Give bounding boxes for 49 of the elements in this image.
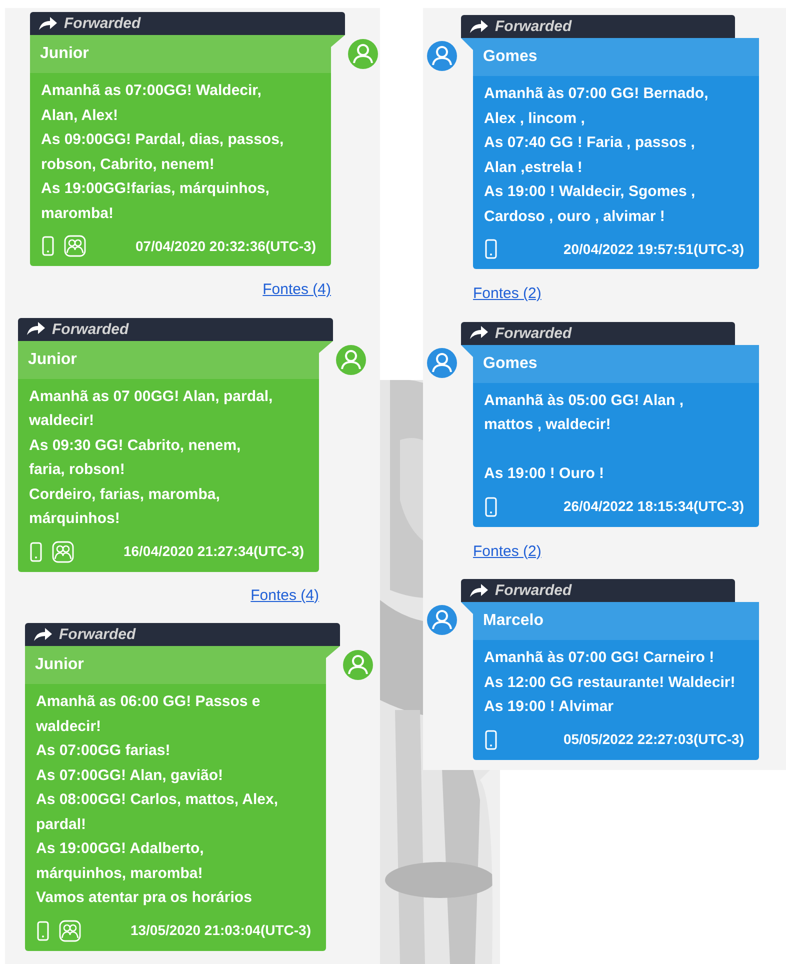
- user-avatar-icon: [427, 41, 457, 71]
- sources-link[interactable]: Fontes (2): [473, 283, 542, 306]
- phone-icon: [485, 496, 497, 516]
- sender-name: Gomes: [473, 344, 759, 382]
- sources-link[interactable]: Fontes (2): [473, 540, 542, 563]
- forwarded-label: Forwarded: [495, 326, 572, 340]
- sender-name: Marcelo: [473, 602, 759, 640]
- timestamp: 26/04/2022 18:15:34(UTC-3): [563, 497, 744, 516]
- phone-icon: [485, 730, 497, 750]
- phone-icon: [485, 239, 497, 259]
- message-text: Amanhã as 07:00GG! Waldecir, Alan, Alex! As 09:00GG! Pardal, dias, passos, robson, Cabrito, nenem! As 19:00GG!farias, márquinhos, maromba!: [41, 81, 285, 224]
- user-avatar-icon: [427, 348, 457, 378]
- forwarded-label: Forwarded: [495, 583, 572, 598]
- sender-name: Gomes: [473, 38, 759, 76]
- user-avatar-icon: [343, 650, 373, 680]
- message-text: As 19:00 ! Ouro !: [484, 464, 606, 484]
- forwarded-label: Forwarded: [64, 16, 141, 31]
- message-text: Amanhã às 05:00 GG! Alan , mattos , waldecir!: [484, 390, 685, 435]
- message-text: Amanhã as 07 00GG! Alan, pardal, waldecir! As 09:30 GG! Cabrito, nenem, faria, robson! Cordeiro, farias, maromba, márquinhos!: [29, 386, 274, 529]
- message-text: Amanhã às 07:00 GG! Carneiro ! As 12:00 GG restaurante! Waldecir! As 19:00 ! Alvimar: [484, 648, 736, 717]
- sender-name: Junior: [25, 646, 326, 684]
- timestamp: 20/04/2022 19:57:51(UTC-3): [563, 240, 744, 259]
- timestamp: 05/05/2022 22:27:03(UTC-3): [563, 730, 744, 749]
- group-icon: [59, 920, 81, 942]
- phone-icon: [30, 542, 42, 562]
- share-arrow-icon: [469, 20, 489, 34]
- timestamp: 13/05/2020 21:03:04(UTC-3): [130, 921, 311, 940]
- forwarded-label: Forwarded: [52, 322, 129, 336]
- share-arrow-icon: [33, 628, 53, 642]
- share-arrow-icon: [469, 584, 489, 598]
- sender-name: Junior: [18, 340, 319, 378]
- share-arrow-icon: [38, 16, 58, 30]
- timestamp: 07/04/2020 20:32:36(UTC-3): [135, 236, 316, 256]
- user-avatar-icon: [336, 344, 366, 374]
- group-icon: [52, 540, 74, 562]
- sources-link[interactable]: Fontes (4): [262, 279, 331, 302]
- forwarded-label: Forwarded: [495, 19, 572, 34]
- message-text: Amanhã às 07:00 GG! Bernado, Alex , lincom , As 07:40 GG ! Faria , passos , Alan ,estrela ! As 19:00 ! Waldecir, Sgomes , Cardoso , ouro , alvimar !: [484, 84, 710, 226]
- message-text: Amanhã as 06:00 GG! Passos e waldecir! As 07:00GG farias! As 07:00GG! Alan, gavião! As 08:00GG! Carlos, mattos, Alex, pardal! As 19:00GG! Adalberto, márquinhos, maromba! Vamos atentar pra os horários: [36, 692, 280, 908]
- phone-icon: [42, 236, 54, 256]
- timestamp: 16/04/2020 21:27:34(UTC-3): [123, 542, 304, 561]
- sources-link[interactable]: Fontes (4): [250, 584, 319, 607]
- phone-icon: [37, 920, 49, 940]
- group-icon: [64, 235, 86, 257]
- forwarded-label: Forwarded: [59, 627, 136, 642]
- share-arrow-icon: [26, 322, 46, 336]
- user-avatar-icon: [427, 605, 457, 635]
- share-arrow-icon: [469, 326, 489, 340]
- sender-name: Junior: [30, 35, 331, 73]
